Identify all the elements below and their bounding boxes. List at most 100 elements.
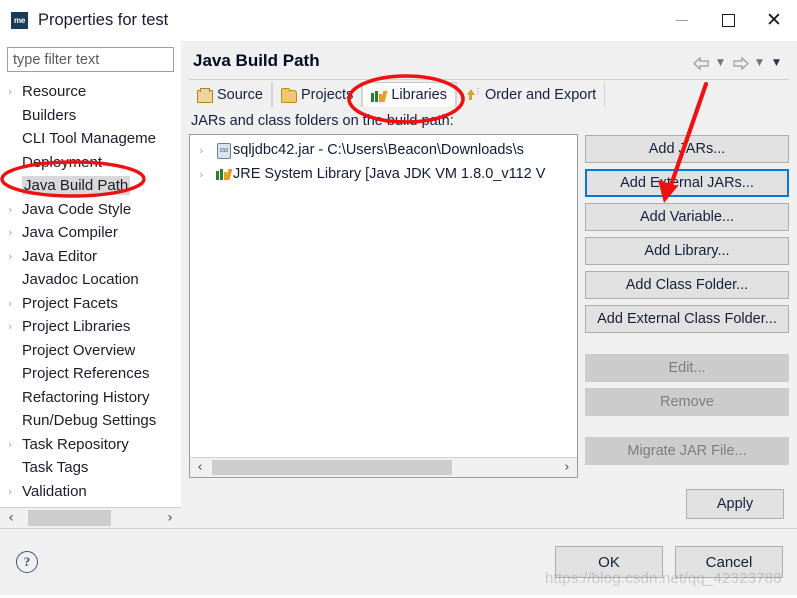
list-caption: JARs and class folders on the build path… (191, 113, 454, 129)
chevron-right-icon[interactable]: › (8, 486, 22, 497)
add-class-folder-button[interactable]: Add Class Folder... (585, 271, 789, 299)
sidebar-item-validation[interactable]: › Validation (0, 480, 181, 504)
maximize-icon (721, 13, 735, 27)
settings-sidebar: ›Resource Builders CLI Tool Manageme Deploy… (0, 41, 181, 528)
library-books-icon (215, 166, 233, 182)
projects-folder-icon (280, 87, 297, 103)
add-variable-button[interactable]: Add Variable... (585, 203, 789, 231)
source-folder-icon (196, 87, 213, 103)
sidebar-item-project-facets[interactable]: › Project Facets (0, 292, 181, 316)
classpath-entry-row[interactable]: › sqljdbc42.jar - C:\Users\Beacon\Downloa… (190, 138, 577, 162)
maximize-button[interactable] (705, 0, 751, 40)
sidebar-scroll-right-button[interactable]: › (159, 510, 181, 526)
chevron-right-icon[interactable]: › (8, 321, 22, 332)
sidebar-item-resource[interactable]: › Resource (0, 80, 181, 104)
sidebar-item-task-tags[interactable]: Task Tags (0, 456, 181, 480)
sidebar-item-label: Task Tags (22, 459, 89, 477)
sidebar-item-refactoring-history[interactable]: Refactoring History (0, 386, 181, 410)
sidebar-item-java-build-path[interactable]: Java Build Path (0, 174, 181, 198)
chevron-right-icon[interactable]: › (8, 227, 22, 238)
ok-button[interactable]: OK (555, 546, 663, 578)
sidebar-item-java-compiler[interactable]: › Java Compiler (0, 221, 181, 245)
jar-scroll-track[interactable] (210, 458, 557, 477)
sidebar-item-label: Javadoc Location (22, 271, 139, 289)
classpath-entry-row[interactable]: › JRE System Library [Java JDK VM 1.8.0_v… (190, 162, 577, 186)
forward-history-caret-icon[interactable]: ▼ (753, 56, 766, 70)
sidebar-item-label: Builders (22, 106, 77, 124)
window-controls: ✕ (659, 0, 797, 40)
tab-libraries[interactable]: Libraries (362, 82, 456, 107)
sidebar-item-label: Project References (22, 365, 150, 383)
tab-label: Projects (300, 86, 354, 103)
libraries-books-icon (370, 88, 388, 102)
sidebar-item-builders[interactable]: Builders (0, 104, 181, 128)
tab-label: Libraries (391, 87, 447, 103)
close-button[interactable]: ✕ (751, 0, 797, 40)
dialog-footer: ? OK Cancel (0, 528, 797, 595)
sidebar-item-label: Project Facets (22, 294, 118, 312)
title-bar: me Properties for test ✕ (0, 0, 797, 41)
chevron-right-icon[interactable]: › (8, 204, 22, 215)
jar-list-box[interactable]: › sqljdbc42.jar - C:\Users\Beacon\Downloa… (189, 134, 578, 478)
sidebar-item-project-references[interactable]: Project References (0, 362, 181, 386)
sidebar-item-project-libraries[interactable]: › Project Libraries (0, 315, 181, 339)
sidebar-item-java-code-style[interactable]: › Java Code Style (0, 198, 181, 222)
jar-list-horizontal-scrollbar[interactable]: ‹ › (190, 457, 577, 477)
sidebar-item-label: Project Overview (22, 341, 136, 359)
classpath-entry-label: sqljdbc42.jar - C:\Users\Beacon\Download… (233, 142, 524, 158)
sidebar-horizontal-scrollbar[interactable]: ‹ › (0, 507, 181, 528)
sidebar-item-project-overview[interactable]: Project Overview (0, 339, 181, 363)
sidebar-item-label: CLI Tool Manageme (22, 130, 156, 148)
add-jars-button[interactable]: Add JARs... (585, 135, 789, 163)
button-group-spacer (585, 422, 789, 431)
jar-scroll-thumb[interactable] (212, 460, 452, 475)
chevron-right-icon[interactable]: › (199, 144, 215, 157)
sidebar-item-cli-tool-manageme[interactable]: CLI Tool Manageme (0, 127, 181, 151)
sidebar-item-deployment[interactable]: Deployment (0, 151, 181, 175)
sidebar-item-run-debug-settings[interactable]: Run/Debug Settings (0, 409, 181, 433)
apply-button[interactable]: Apply (686, 489, 784, 519)
tab-order-and-export[interactable]: ⋮ Order and Export (455, 82, 606, 107)
chevron-right-icon[interactable]: › (199, 168, 215, 181)
sidebar-item-label: Task Repository (22, 435, 129, 453)
add-external-class-folder-button[interactable]: Add External Class Folder... (585, 305, 789, 333)
settings-tree: › Resource Builders CLI Tool Manageme Deploy… (0, 76, 181, 507)
back-arrow-icon[interactable] (692, 55, 710, 71)
sidebar-item-javadoc-location[interactable]: Javadoc Location (0, 268, 181, 292)
add-external-jars-button[interactable]: Add External JARs... (585, 169, 789, 197)
sidebar-item-label: Java Compiler (22, 224, 118, 242)
sidebar-item-label: Refactoring History (22, 388, 150, 406)
sidebar-scroll-left-button[interactable]: ‹ (0, 510, 22, 526)
sidebar-item-task-repository[interactable]: › Task Repository (0, 433, 181, 457)
search-input[interactable] (7, 47, 174, 72)
page-title: Java Build Path (193, 51, 320, 70)
back-history-caret-icon[interactable]: ▼ (714, 56, 727, 70)
libraries-content: JARs and class folders on the build path… (181, 107, 797, 489)
order-export-icon: ⋮ (464, 87, 482, 102)
page-menu-caret-icon[interactable]: ▼ (770, 56, 783, 70)
tab-source[interactable]: Source (189, 82, 272, 107)
chevron-right-icon[interactable]: › (8, 251, 22, 262)
jar-scroll-right-button[interactable]: › (557, 460, 577, 475)
jar-file-icon (215, 142, 233, 159)
chevron-right-icon[interactable]: › (8, 439, 22, 450)
add-library-button[interactable]: Add Library... (585, 237, 789, 265)
sidebar-scroll-track[interactable] (22, 508, 159, 528)
classpath-entry-label: JRE System Library [Java JDK VM 1.8.0_v1… (233, 166, 546, 182)
help-icon[interactable]: ? (16, 551, 38, 573)
tab-bar: Source Projects Libraries ⋮ Order and Export (181, 80, 797, 107)
chevron-right-icon[interactable]: › (8, 298, 22, 309)
minimize-button[interactable] (659, 0, 705, 40)
sidebar-item-label: Java Editor (22, 247, 98, 265)
forward-arrow-icon[interactable] (731, 55, 749, 71)
jar-scroll-left-button[interactable]: ‹ (190, 460, 210, 475)
cancel-button[interactable]: Cancel (675, 546, 783, 578)
sidebar-scroll-thumb[interactable] (28, 510, 111, 526)
sidebar-item-label: Java Code Style (22, 200, 132, 218)
jar-list-column: JARs and class folders on the build path… (189, 107, 578, 489)
chevron-right-icon[interactable]: › (8, 86, 22, 97)
migrate-jar-file-button: Migrate JAR File... (585, 437, 789, 465)
tab-projects[interactable]: Projects (271, 82, 363, 107)
tab-label: Order and Export (484, 86, 597, 103)
sidebar-item-java-editor[interactable]: › Java Editor (0, 245, 181, 269)
